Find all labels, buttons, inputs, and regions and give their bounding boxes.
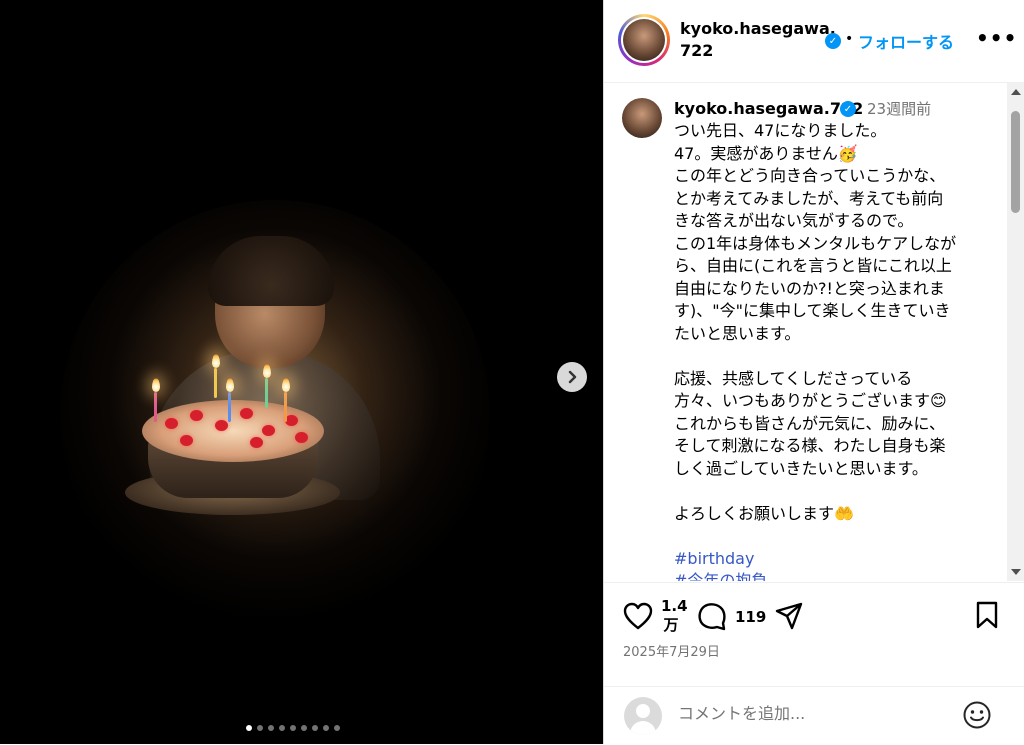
photo-cake-top — [142, 400, 324, 462]
post-header: kyoko.hasegawa. 722 ✓ • フォローする ••• — [604, 0, 1024, 83]
photo-candle — [154, 392, 157, 422]
photo-candle-flame — [282, 378, 290, 392]
photo-candle — [284, 392, 287, 422]
caption-text-block: つい先日、47になりました。 47。実感がありません🥳 この年とどう向き合ってい… — [674, 120, 984, 581]
scroll-down-arrow-icon[interactable] — [1011, 569, 1021, 575]
author-avatar — [623, 19, 665, 61]
scrollbar-thumb[interactable] — [1011, 111, 1020, 213]
photo-candle-flame — [226, 378, 234, 392]
emoji-smiley-icon[interactable] — [962, 700, 992, 730]
caption-text: つい先日、47になりました。 47。実感がありません🥳 この年とどう向き合ってい… — [674, 121, 957, 523]
scroll-up-arrow-icon[interactable] — [1011, 89, 1021, 95]
photo-candle — [265, 378, 268, 408]
follow-separator: • — [845, 31, 854, 47]
carousel-dot — [323, 725, 329, 731]
add-comment-bar — [604, 686, 1024, 745]
photo-candle-flame — [263, 364, 271, 378]
chevron-right-icon — [568, 370, 577, 384]
likes-count-number[interactable]: 1.4 — [661, 597, 688, 615]
photo-strawberry — [240, 408, 253, 419]
follow-button[interactable]: フォローする — [858, 29, 954, 53]
photo-candle-flame — [212, 354, 220, 368]
likes-count-unit[interactable]: 万 — [663, 616, 678, 634]
comments-count[interactable]: 119 — [735, 608, 766, 627]
comment-bubble-icon[interactable] — [697, 601, 727, 631]
caption-author-avatar[interactable] — [622, 98, 662, 138]
author-username-line1[interactable]: kyoko.hasegawa. — [680, 19, 836, 38]
post-media[interactable] — [0, 0, 603, 744]
carousel-dot — [312, 725, 318, 731]
caption-timestamp[interactable]: 23週間前 — [867, 98, 931, 120]
photo-strawberry — [215, 420, 228, 431]
hashtag-link[interactable]: #今年の抱負 — [674, 570, 984, 581]
share-send-icon[interactable] — [774, 601, 804, 631]
caption-scrollbar[interactable] — [1007, 83, 1024, 581]
photo-candle-flame — [152, 378, 160, 392]
post-date[interactable]: 2025年7月29日 — [623, 641, 720, 660]
caption-author-username[interactable]: kyoko.hasegawa.722 — [674, 98, 863, 120]
carousel-dot — [301, 725, 307, 731]
photo-strawberry — [165, 418, 178, 429]
add-comment-input[interactable] — [678, 704, 928, 723]
carousel-dot — [334, 725, 340, 731]
likes-count[interactable]: 1.4 万 — [661, 597, 688, 635]
author-avatar-story-ring[interactable] — [618, 14, 670, 66]
more-options-icon[interactable]: ••• — [976, 26, 1017, 50]
carousel-dot — [279, 725, 285, 731]
author-username[interactable]: kyoko.hasegawa. 722 — [680, 18, 836, 62]
carousel-indicator — [246, 725, 340, 731]
photo-strawberry — [190, 410, 203, 421]
verified-badge-icon: ✓ — [825, 33, 841, 49]
post-side-panel: kyoko.hasegawa. 722 ✓ • フォローする ••• kyoko… — [603, 0, 1024, 744]
caption-verified-badge-icon: ✓ — [840, 101, 856, 117]
viewer-avatar — [624, 697, 662, 735]
photo-candle — [228, 392, 231, 422]
post-actions: 1.4 万 119 2025年7月29日 — [604, 582, 1024, 673]
save-bookmark-icon[interactable] — [975, 601, 999, 629]
carousel-dot — [290, 725, 296, 731]
carousel-dot — [246, 725, 252, 731]
photo-strawberry — [250, 437, 263, 448]
photo-candle — [214, 368, 217, 398]
like-heart-icon[interactable] — [623, 602, 653, 630]
photo-strawberry — [262, 425, 275, 436]
carousel-next-button[interactable] — [557, 362, 587, 392]
author-username-line2[interactable]: 722 — [680, 41, 713, 60]
photo-strawberry — [180, 435, 193, 446]
carousel-dot — [257, 725, 263, 731]
photo-strawberry — [295, 432, 308, 443]
carousel-dot — [268, 725, 274, 731]
hashtag-link[interactable]: #birthday — [674, 548, 984, 571]
caption-scroll-area[interactable]: kyoko.hasegawa.722 ✓ 23週間前 つい先日、47になりました… — [604, 83, 1009, 581]
